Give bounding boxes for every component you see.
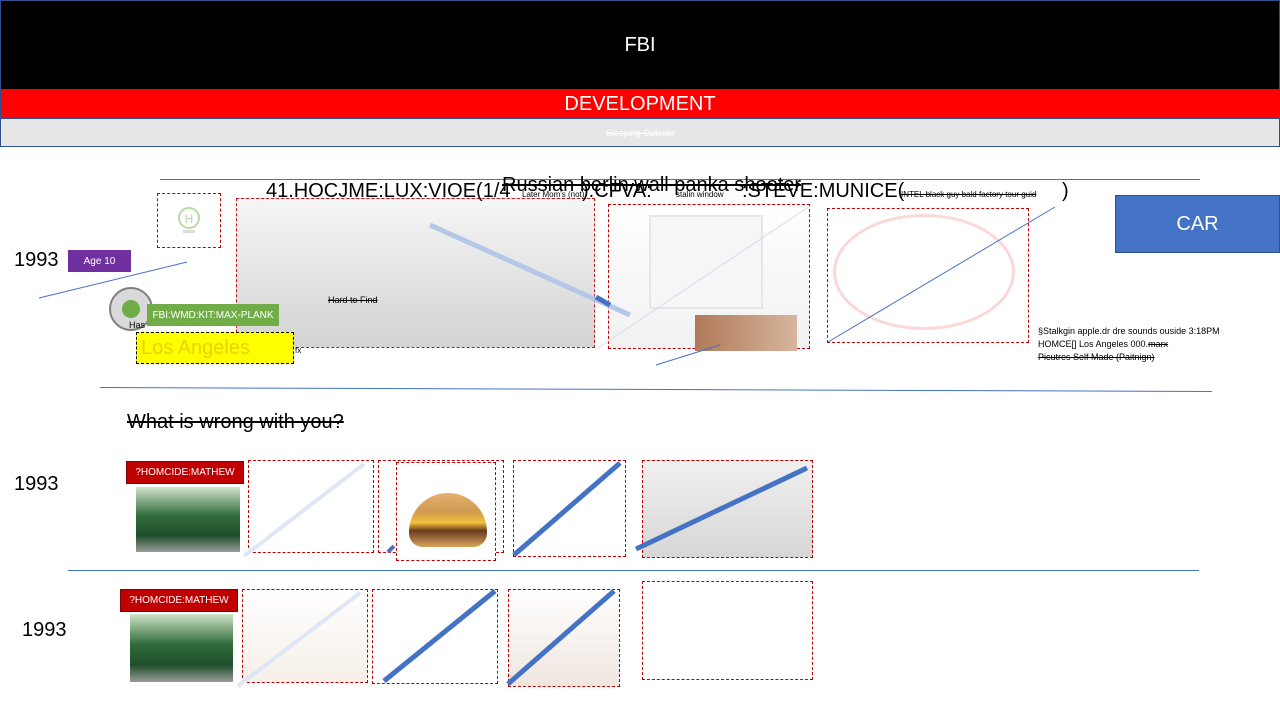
logo-box: H: [157, 193, 221, 248]
red-ellipse: [833, 214, 1015, 330]
row1-title-overlay: Russian berlin wall panka shooter: [502, 174, 802, 196]
row3-year: 1993: [22, 619, 67, 641]
fbi-tag-label: FBI:WMD:KIT:MAX-PLANK: [152, 309, 274, 321]
car-button-label: CAR: [1176, 212, 1219, 235]
building-photo: [236, 198, 595, 348]
notes-line3: Picutres Self Made (Paitnign): [1038, 352, 1155, 362]
subbar-label: Sleeping Outside: [605, 127, 675, 138]
row2-year: 1993: [14, 473, 59, 495]
row3-empty-frame: [642, 581, 813, 680]
hard-to-find-label: Hard to Find: [328, 295, 378, 305]
notes-line2-strike: marx: [1148, 339, 1169, 349]
tower-shape: [649, 215, 763, 309]
notes-line1: §Stalkgin apple.dr dre sounds ouside 3:1…: [1038, 326, 1220, 336]
notes-line2: HOMCE[] Los Angeles 000.marx: [1038, 338, 1220, 351]
age-badge: Age 10: [68, 250, 131, 272]
row1-title-tiny-right: INTEL black guy bald factory tour guid: [901, 190, 1037, 199]
la-label: Los Angeles: [141, 337, 250, 359]
row2-burger-photo: [396, 462, 496, 561]
row2-frame-1: [248, 460, 374, 553]
row3-frame-2: [372, 589, 498, 684]
row1-year: 1993: [14, 249, 59, 271]
has-label: Has: [129, 320, 146, 330]
row2-people-photo: [642, 460, 813, 558]
subheader-title: DEVELOPMENT: [564, 92, 716, 115]
header-bar: FBI: [0, 0, 1280, 90]
divider-bottom: [68, 570, 1199, 571]
fbi-tag: FBI:WMD:KIT:MAX-PLANK: [147, 304, 279, 326]
row3-tag-label: ?HOMCIDE:MATHEW: [129, 595, 229, 606]
row2-tag-label: ?HOMCIDE:MATHEW: [135, 467, 235, 478]
subheader-bar: DEVELOPMENT: [0, 90, 1280, 118]
notes-block: §Stalkgin apple.dr dre sounds ouside 3:1…: [1038, 325, 1220, 364]
row2-tag: ?HOMCIDE:MATHEW: [126, 461, 244, 484]
burger-shape: [409, 493, 487, 547]
car-button[interactable]: CAR: [1115, 195, 1280, 253]
row1-title-left: 41.HOCJME:LUX:VIOE(1/4: [266, 180, 511, 202]
row3-bus-photo: [130, 614, 233, 682]
notes-line2-text: HOMCE[] Los Angeles 000.: [1038, 339, 1149, 349]
row3-food-photo: [508, 589, 620, 687]
svg-text:H: H: [185, 212, 194, 226]
header-title: FBI: [624, 33, 656, 56]
row1-title: 41.HOCJME:LUX:VIOE(1/4: [266, 180, 511, 203]
divider-mid: [100, 387, 1212, 392]
row1-title-close: ): [1062, 180, 1069, 202]
la-highlight: Los Angeles: [136, 332, 294, 364]
row3-face-photo: [242, 589, 368, 683]
row2-bus-photo: [136, 487, 240, 552]
tower-photo: [608, 204, 810, 351]
question-text: What is wrong with you?: [127, 411, 344, 433]
police-seal-inner: [122, 300, 140, 318]
hospital-icon: H: [178, 206, 200, 233]
subbar: Sleeping Outside: [0, 118, 1280, 147]
fx-label: fx: [295, 346, 302, 355]
row2-frame-3: [513, 460, 626, 557]
tower-thumb: [695, 315, 797, 351]
age-badge-label: Age 10: [83, 255, 116, 267]
row3-tag: ?HOMCIDE:MATHEW: [120, 589, 238, 612]
